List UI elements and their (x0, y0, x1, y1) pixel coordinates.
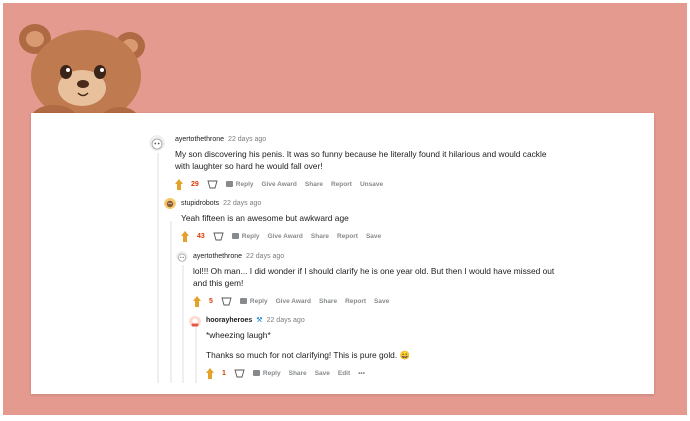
share-button[interactable]: Share (305, 181, 323, 188)
save-button[interactable]: Save (366, 233, 381, 240)
snoo-avatar-icon (149, 135, 165, 151)
reply-button[interactable]: Reply (225, 181, 254, 188)
comment-meta: hoorayheroes ⚒ 22 days ago (206, 316, 506, 326)
downvote-icon[interactable] (221, 297, 232, 306)
thread-line-3[interactable] (182, 265, 184, 383)
upvote-icon[interactable] (193, 295, 201, 307)
comment-age[interactable]: 22 days ago (246, 252, 284, 262)
comment-meta: stupidrobots 22 days ago (181, 199, 541, 209)
user-avatar-icon (164, 198, 176, 209)
reply-button[interactable]: Reply (231, 233, 260, 240)
comment-body: My son discovering his penis. It was so … (175, 149, 547, 171)
comment-actions: 29 Reply Give Award Share Report Unsave (175, 177, 555, 191)
downvote-icon[interactable] (213, 232, 224, 241)
unsave-button[interactable]: Unsave (360, 181, 383, 188)
avatar[interactable] (189, 315, 201, 327)
thread-line-1[interactable] (157, 153, 159, 383)
chat-icon (252, 370, 260, 376)
avatar[interactable] (176, 250, 188, 262)
save-button[interactable]: Save (315, 370, 330, 377)
vote-score: 5 (209, 297, 213, 305)
comment-meta: ayertothethrone 22 days ago (193, 252, 563, 262)
upvote-icon[interactable] (206, 367, 214, 379)
comment-age[interactable]: 22 days ago (267, 316, 305, 326)
share-button[interactable]: Share (289, 370, 307, 377)
avatar[interactable] (164, 197, 176, 209)
give-award-button[interactable]: Give Award (276, 298, 311, 305)
username-link[interactable]: ayertothethrone (175, 135, 224, 145)
snoo-avatar-icon (176, 251, 188, 262)
comment-actions: 1 Reply Share Save Edit ••• (206, 366, 506, 380)
comment-body: lol!!! Oh man... I did wonder if I shoul… (193, 266, 555, 288)
edit-button[interactable]: Edit (338, 370, 350, 377)
comment-4: hoorayheroes ⚒ 22 days ago *wheezing lau… (206, 316, 506, 380)
chat-icon (225, 181, 233, 187)
report-button[interactable]: Report (345, 298, 366, 305)
reply-button[interactable]: Reply (252, 370, 281, 377)
chat-icon (239, 298, 247, 304)
chat-icon (231, 233, 239, 239)
comment-2: stupidrobots 22 days ago Yeah fifteen is… (181, 199, 541, 243)
comment-thread-card: ayertothethrone 22 days ago My son disco… (31, 113, 654, 394)
comment-1: ayertothethrone 22 days ago My son disco… (175, 135, 555, 191)
comment-3: ayertothethrone 22 days ago lol!!! Oh ma… (193, 252, 563, 308)
thread-line-2[interactable] (170, 221, 172, 383)
username-link[interactable]: hoorayheroes (206, 316, 252, 326)
thread-line-4[interactable] (195, 327, 197, 383)
more-options-icon[interactable]: ••• (358, 370, 365, 377)
comment-meta: ayertothethrone 22 days ago (175, 135, 555, 145)
vote-score: 43 (197, 232, 205, 240)
vote-score: 1 (222, 369, 226, 377)
comment-actions: 43 Reply Give Award Share Report Save (181, 229, 541, 243)
username-link[interactable]: ayertothethrone (193, 252, 242, 262)
comment-actions: 5 Reply Give Award Share Report Save (193, 294, 563, 308)
upvote-icon[interactable] (175, 178, 183, 190)
comment-body: Yeah fifteen is an awesome but awkward a… (181, 213, 349, 223)
downvote-icon[interactable] (207, 180, 218, 189)
share-button[interactable]: Share (319, 298, 337, 305)
reply-button[interactable]: Reply (239, 298, 268, 305)
save-button[interactable]: Save (374, 298, 389, 305)
report-button[interactable]: Report (331, 181, 352, 188)
give-award-button[interactable]: Give Award (262, 181, 297, 188)
give-award-button[interactable]: Give Award (268, 233, 303, 240)
report-button[interactable]: Report (337, 233, 358, 240)
share-button[interactable]: Share (311, 233, 329, 240)
comment-body-line-2: Thanks so much for not clarifying! This … (206, 350, 410, 360)
username-link[interactable]: stupidrobots (181, 199, 219, 209)
user-avatar-icon (189, 316, 201, 327)
comment-age[interactable]: 22 days ago (228, 135, 266, 145)
upvote-icon[interactable] (181, 230, 189, 242)
avatar[interactable] (149, 135, 165, 151)
downvote-icon[interactable] (234, 369, 245, 378)
user-flair-icon: ⚒ (256, 317, 263, 324)
vote-score: 29 (191, 180, 199, 188)
comment-age[interactable]: 22 days ago (223, 199, 261, 209)
comment-body-line-1: *wheezing laugh* (206, 330, 271, 340)
